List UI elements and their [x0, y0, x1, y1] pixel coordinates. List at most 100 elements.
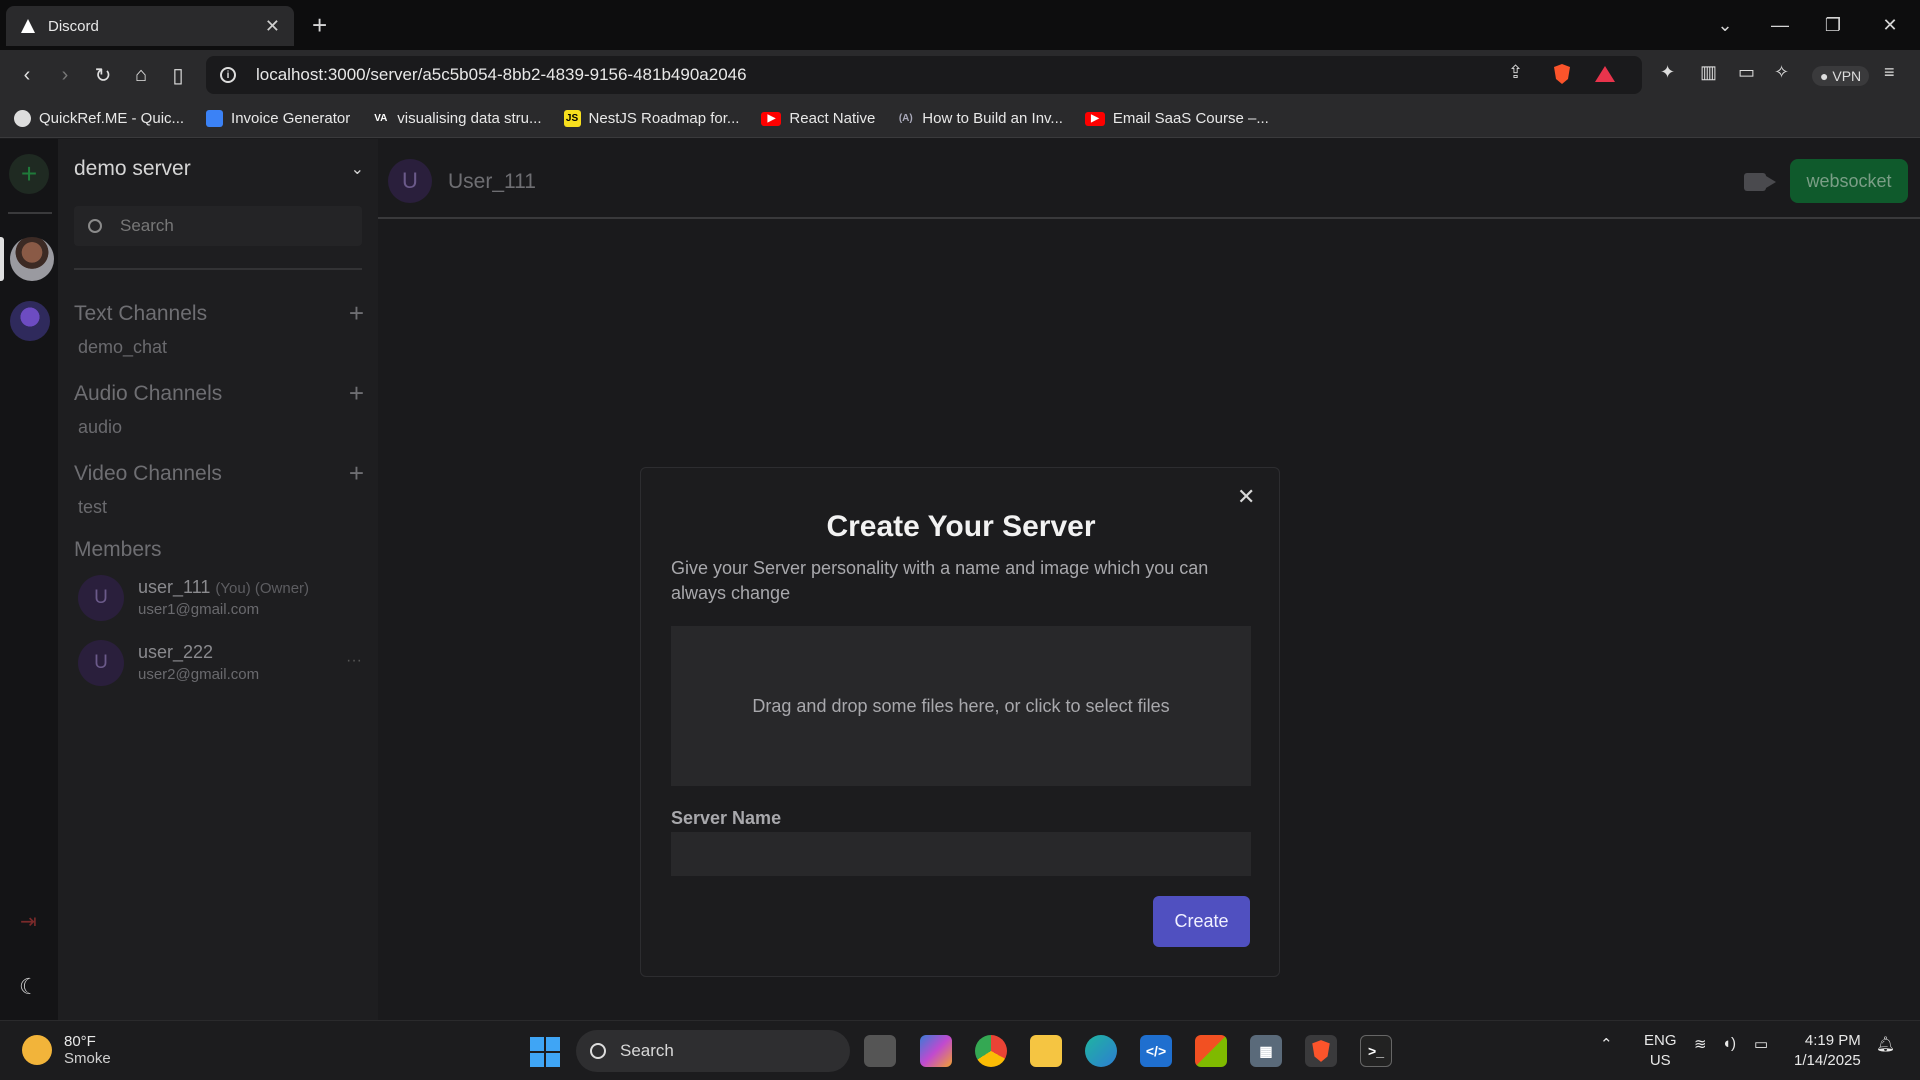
system-clock[interactable]: 4:19 PM 1/14/2025 [1794, 1031, 1861, 1071]
chevron-up-icon[interactable]: ⌃ [1600, 1035, 1613, 1053]
member-item[interactable]: U user_222 user2@gmail.com ··· [78, 640, 368, 690]
server-name: demo server [74, 157, 191, 180]
avatar: U [388, 159, 432, 203]
vpn-button[interactable]: ● VPN [1812, 66, 1870, 86]
weather-temp: 80°F [64, 1033, 96, 1050]
reload-icon[interactable]: ↻ [90, 62, 116, 88]
wallet-icon[interactable]: ▭ [1738, 62, 1755, 83]
server-name-label: Server Name [671, 808, 782, 828]
volume-icon[interactable]: ◖) [1722, 1035, 1736, 1052]
video-camera-icon[interactable] [1744, 173, 1766, 191]
bookmark-label: Invoice Generator [231, 110, 351, 127]
create-server-modal: ✕ Create Your Server Give your Server pe… [640, 467, 1280, 977]
site-info-icon[interactable]: i [220, 67, 236, 83]
server-avatar[interactable] [10, 301, 50, 341]
clock-time: 4:19 PM [1804, 1032, 1861, 1049]
dropzone-text: Drag and drop some files here, or click … [752, 695, 1170, 716]
brave-rewards-icon[interactable] [1594, 65, 1616, 83]
channel-sidebar: demo server ⌄ Search Text Channels + dem… [58, 139, 378, 1020]
file-explorer-icon[interactable] [1030, 1035, 1062, 1067]
restore-button[interactable]: ❐ [1805, 0, 1861, 50]
add-channel-icon[interactable]: + [349, 458, 364, 489]
taskbar-search[interactable]: Search [576, 1030, 850, 1072]
logout-icon[interactable]: ⇥ [20, 909, 37, 934]
js-icon: JS [563, 110, 581, 127]
leo-ai-icon[interactable]: ✧ [1774, 62, 1789, 83]
weather-widget[interactable]: 80°F Smoke [22, 1033, 111, 1067]
calculator-icon[interactable]: ▦ [1250, 1035, 1282, 1067]
browser-tab[interactable]: Discord ✕ [6, 6, 294, 46]
edge-icon[interactable] [1085, 1035, 1117, 1067]
bookmark-item[interactable]: JS NestJS Roadmap for... [563, 110, 740, 127]
discord-favicon-icon [21, 19, 35, 33]
add-channel-icon[interactable]: + [349, 378, 364, 409]
brave-taskbar-icon[interactable] [1305, 1035, 1337, 1067]
back-button[interactable]: ‹ [14, 62, 40, 88]
extensions-icon[interactable]: ✦ [1660, 62, 1675, 83]
member-email: user1@gmail.com [138, 601, 260, 618]
close-window-button[interactable]: ✕ [1862, 0, 1918, 50]
chrome-icon[interactable] [975, 1035, 1007, 1067]
channel-item[interactable]: demo_chat [78, 337, 167, 358]
language-indicator[interactable]: ENG US [1644, 1031, 1677, 1071]
home-icon[interactable]: ⌂ [128, 62, 154, 88]
notification-bell-icon[interactable]: 🔔︎ [1876, 1035, 1895, 1053]
menu-icon[interactable]: ≡ [1884, 62, 1895, 83]
bookmark-item[interactable]: ▶ React Native [761, 110, 875, 127]
discord-app: + ⇥ ☾ demo server ⌄ Search Text Channels… [0, 139, 1920, 1020]
bookmark-label: NestJS Roadmap for... [588, 110, 740, 127]
youtube-icon: ▶ [761, 111, 782, 126]
brave-shield-icon[interactable] [1552, 63, 1572, 85]
bookmark-label: QuickRef.ME - Quic... [39, 110, 185, 127]
lang-bottom: US [1649, 1052, 1671, 1069]
chevron-down-icon: ⌄ [350, 161, 364, 178]
server-header[interactable]: demo server ⌄ [74, 157, 364, 181]
close-tab-icon[interactable]: ✕ [265, 16, 280, 37]
share-icon[interactable]: ⇪ [1508, 62, 1523, 83]
section-title: Audio Channels [74, 381, 223, 405]
modal-title: Create Your Server [826, 510, 1096, 543]
va-icon: VA [374, 113, 388, 124]
copilot-icon[interactable] [920, 1035, 952, 1067]
member-item[interactable]: U user_111 (You) (Owner) user1@gmail.com [78, 575, 368, 625]
battery-icon[interactable]: ▭ [1754, 1035, 1768, 1053]
channel-item[interactable]: test [78, 497, 107, 518]
add-channel-icon[interactable]: + [349, 298, 364, 329]
create-button[interactable]: Create [1153, 896, 1250, 947]
bookmark-item[interactable]: Invoice Generator [206, 110, 350, 127]
bookmark-item[interactable]: ▶ Email SaaS Course –... [1084, 110, 1269, 127]
vscode-icon[interactable]: </> [1140, 1035, 1172, 1067]
sidebar-toggle-icon[interactable]: ▥ [1700, 62, 1717, 83]
doc-icon [206, 110, 224, 127]
sidebar-search[interactable]: Search [74, 206, 362, 246]
address-bar[interactable]: i localhost:3000/server/a5c5b054-8bb2-48… [206, 56, 1642, 94]
section-text-channels: Text Channels + [74, 298, 364, 329]
minimize-button[interactable]: — [1752, 0, 1808, 50]
vpn-label: VPN [1832, 68, 1862, 84]
add-server-button[interactable]: + [9, 154, 49, 194]
sidebar-divider [74, 268, 362, 270]
windows-start-icon[interactable] [530, 1037, 560, 1067]
server-name-input[interactable] [671, 832, 1251, 876]
server-avatar[interactable] [10, 237, 54, 281]
bookmark-item[interactable]: (A) How to Build an Inv... [897, 110, 1063, 127]
bookmark-item[interactable]: VA visualising data stru... [372, 110, 541, 127]
ms-store-icon[interactable] [1195, 1035, 1227, 1067]
terminal-icon[interactable]: >_ [1360, 1035, 1392, 1067]
moon-icon[interactable]: ☾ [19, 974, 39, 1000]
bookmark-icon[interactable]: ▯ [165, 62, 191, 88]
more-options-icon[interactable]: ··· [346, 652, 362, 670]
task-view-icon[interactable] [864, 1035, 896, 1067]
new-tab-button[interactable]: + [312, 10, 327, 41]
close-icon[interactable]: ✕ [1237, 484, 1255, 510]
forward-button[interactable]: › [52, 62, 78, 88]
bookmark-label: visualising data stru... [397, 110, 542, 127]
tab-list-chevron-icon[interactable]: ⌄ [1697, 0, 1753, 50]
windows-taskbar: 80°F Smoke Search </> ▦ >_ ⌃ ENG US ≋ ◖)… [0, 1020, 1920, 1080]
channel-item[interactable]: audio [78, 417, 122, 438]
section-title: Members [74, 538, 162, 561]
bookmark-item[interactable]: QuickRef.ME - Quic... [14, 110, 184, 127]
file-dropzone[interactable]: Drag and drop some files here, or click … [671, 626, 1251, 786]
browser-tabbar: Discord ✕ + ⌄ — ❐ ✕ [0, 0, 1920, 50]
wifi-icon[interactable]: ≋ [1694, 1035, 1707, 1053]
